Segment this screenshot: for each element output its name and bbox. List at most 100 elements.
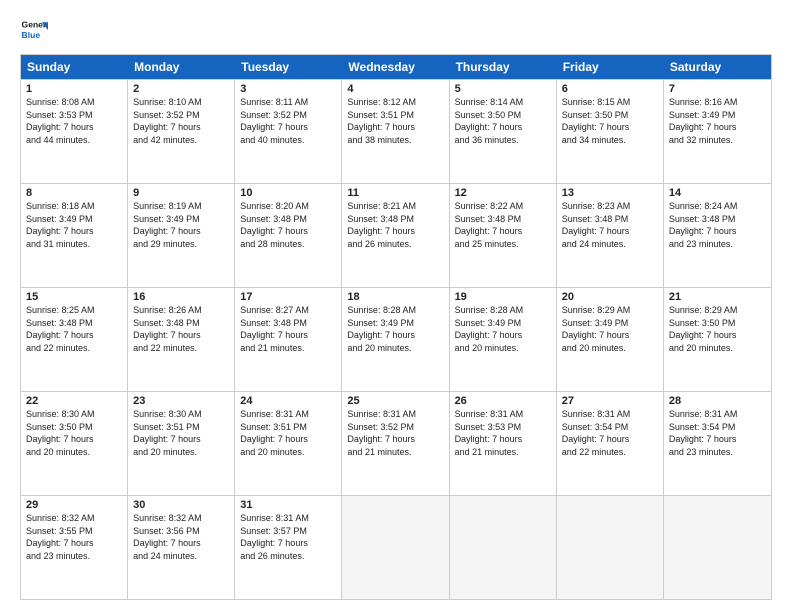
- sunset-line: Sunset: 3:52 PM: [347, 421, 443, 434]
- day-number: 13: [562, 187, 658, 199]
- day-number: 17: [240, 291, 336, 303]
- cal-row-1: 8 Sunrise: 8:18 AM Sunset: 3:49 PM Dayli…: [21, 183, 771, 287]
- sunrise-line: Sunrise: 8:22 AM: [455, 200, 551, 213]
- sunrise-line: Sunrise: 8:32 AM: [26, 512, 122, 525]
- cal-cell: 13 Sunrise: 8:23 AM Sunset: 3:48 PM Dayl…: [557, 184, 664, 287]
- daylight-minutes: and 25 minutes.: [455, 238, 551, 251]
- sunrise-line: Sunrise: 8:30 AM: [133, 408, 229, 421]
- daylight-label: Daylight: 7 hours: [562, 433, 658, 446]
- sunrise-line: Sunrise: 8:24 AM: [669, 200, 766, 213]
- daylight-minutes: and 22 minutes.: [562, 446, 658, 459]
- cal-cell: 10 Sunrise: 8:20 AM Sunset: 3:48 PM Dayl…: [235, 184, 342, 287]
- calendar-header: SundayMondayTuesdayWednesdayThursdayFrid…: [21, 55, 771, 79]
- day-number: 9: [133, 187, 229, 199]
- daylight-minutes: and 21 minutes.: [455, 446, 551, 459]
- logo: General Blue: [20, 16, 52, 44]
- daylight-label: Daylight: 7 hours: [347, 433, 443, 446]
- sunset-line: Sunset: 3:54 PM: [562, 421, 658, 434]
- daylight-minutes: and 26 minutes.: [347, 238, 443, 251]
- sunrise-line: Sunrise: 8:30 AM: [26, 408, 122, 421]
- sunrise-line: Sunrise: 8:28 AM: [455, 304, 551, 317]
- daylight-minutes: and 22 minutes.: [133, 342, 229, 355]
- cal-cell: 17 Sunrise: 8:27 AM Sunset: 3:48 PM Dayl…: [235, 288, 342, 391]
- sunrise-line: Sunrise: 8:31 AM: [455, 408, 551, 421]
- daylight-minutes: and 42 minutes.: [133, 134, 229, 147]
- sunset-line: Sunset: 3:51 PM: [240, 421, 336, 434]
- sunrise-line: Sunrise: 8:14 AM: [455, 96, 551, 109]
- cal-cell: 21 Sunrise: 8:29 AM Sunset: 3:50 PM Dayl…: [664, 288, 771, 391]
- daylight-label: Daylight: 7 hours: [347, 121, 443, 134]
- daylight-label: Daylight: 7 hours: [133, 121, 229, 134]
- daylight-label: Daylight: 7 hours: [347, 225, 443, 238]
- cal-cell: 25 Sunrise: 8:31 AM Sunset: 3:52 PM Dayl…: [342, 392, 449, 495]
- day-number: 27: [562, 395, 658, 407]
- sunset-line: Sunset: 3:49 PM: [347, 317, 443, 330]
- day-number: 14: [669, 187, 766, 199]
- daylight-label: Daylight: 7 hours: [133, 537, 229, 550]
- calendar-body: 1 Sunrise: 8:08 AM Sunset: 3:53 PM Dayli…: [21, 79, 771, 599]
- day-number: 22: [26, 395, 122, 407]
- daylight-label: Daylight: 7 hours: [240, 121, 336, 134]
- sunset-line: Sunset: 3:48 PM: [562, 213, 658, 226]
- daylight-minutes: and 24 minutes.: [562, 238, 658, 251]
- sunset-line: Sunset: 3:48 PM: [240, 317, 336, 330]
- daylight-label: Daylight: 7 hours: [240, 433, 336, 446]
- cal-cell: 14 Sunrise: 8:24 AM Sunset: 3:48 PM Dayl…: [664, 184, 771, 287]
- cal-cell: 18 Sunrise: 8:28 AM Sunset: 3:49 PM Dayl…: [342, 288, 449, 391]
- day-number: 23: [133, 395, 229, 407]
- sunrise-line: Sunrise: 8:31 AM: [240, 408, 336, 421]
- daylight-label: Daylight: 7 hours: [240, 537, 336, 550]
- sunrise-line: Sunrise: 8:26 AM: [133, 304, 229, 317]
- cal-cell: 3 Sunrise: 8:11 AM Sunset: 3:52 PM Dayli…: [235, 80, 342, 183]
- sunrise-line: Sunrise: 8:11 AM: [240, 96, 336, 109]
- page: General Blue SundayMondayTuesdayWednesda…: [0, 0, 792, 612]
- daylight-label: Daylight: 7 hours: [133, 433, 229, 446]
- sunset-line: Sunset: 3:50 PM: [669, 317, 766, 330]
- daylight-minutes: and 20 minutes.: [26, 446, 122, 459]
- daylight-label: Daylight: 7 hours: [26, 433, 122, 446]
- daylight-label: Daylight: 7 hours: [26, 121, 122, 134]
- daylight-minutes: and 36 minutes.: [455, 134, 551, 147]
- sunset-line: Sunset: 3:49 PM: [26, 213, 122, 226]
- day-number: 3: [240, 83, 336, 95]
- daylight-minutes: and 40 minutes.: [240, 134, 336, 147]
- cal-cell: 1 Sunrise: 8:08 AM Sunset: 3:53 PM Dayli…: [21, 80, 128, 183]
- daylight-label: Daylight: 7 hours: [562, 329, 658, 342]
- sunset-line: Sunset: 3:53 PM: [455, 421, 551, 434]
- day-number: 4: [347, 83, 443, 95]
- cal-cell: 4 Sunrise: 8:12 AM Sunset: 3:51 PM Dayli…: [342, 80, 449, 183]
- sunset-line: Sunset: 3:52 PM: [133, 109, 229, 122]
- day-number: 19: [455, 291, 551, 303]
- header-day-monday: Monday: [128, 55, 235, 79]
- daylight-minutes: and 23 minutes.: [669, 446, 766, 459]
- svg-text:Blue: Blue: [22, 30, 41, 40]
- daylight-label: Daylight: 7 hours: [240, 329, 336, 342]
- day-number: 21: [669, 291, 766, 303]
- day-number: 16: [133, 291, 229, 303]
- day-number: 20: [562, 291, 658, 303]
- day-number: 12: [455, 187, 551, 199]
- sunrise-line: Sunrise: 8:32 AM: [133, 512, 229, 525]
- daylight-minutes: and 34 minutes.: [562, 134, 658, 147]
- daylight-label: Daylight: 7 hours: [133, 225, 229, 238]
- sunset-line: Sunset: 3:49 PM: [133, 213, 229, 226]
- calendar: SundayMondayTuesdayWednesdayThursdayFrid…: [20, 54, 772, 600]
- daylight-label: Daylight: 7 hours: [455, 433, 551, 446]
- cal-row-2: 15 Sunrise: 8:25 AM Sunset: 3:48 PM Dayl…: [21, 287, 771, 391]
- sunset-line: Sunset: 3:48 PM: [347, 213, 443, 226]
- sunrise-line: Sunrise: 8:10 AM: [133, 96, 229, 109]
- header: General Blue: [20, 16, 772, 44]
- daylight-minutes: and 20 minutes.: [240, 446, 336, 459]
- cal-row-0: 1 Sunrise: 8:08 AM Sunset: 3:53 PM Dayli…: [21, 79, 771, 183]
- daylight-label: Daylight: 7 hours: [240, 225, 336, 238]
- sunrise-line: Sunrise: 8:23 AM: [562, 200, 658, 213]
- sunrise-line: Sunrise: 8:16 AM: [669, 96, 766, 109]
- sunrise-line: Sunrise: 8:29 AM: [562, 304, 658, 317]
- day-number: 26: [455, 395, 551, 407]
- cal-cell: 16 Sunrise: 8:26 AM Sunset: 3:48 PM Dayl…: [128, 288, 235, 391]
- cal-cell: 23 Sunrise: 8:30 AM Sunset: 3:51 PM Dayl…: [128, 392, 235, 495]
- day-number: 18: [347, 291, 443, 303]
- cal-cell: [557, 496, 664, 599]
- header-day-saturday: Saturday: [664, 55, 771, 79]
- sunrise-line: Sunrise: 8:31 AM: [562, 408, 658, 421]
